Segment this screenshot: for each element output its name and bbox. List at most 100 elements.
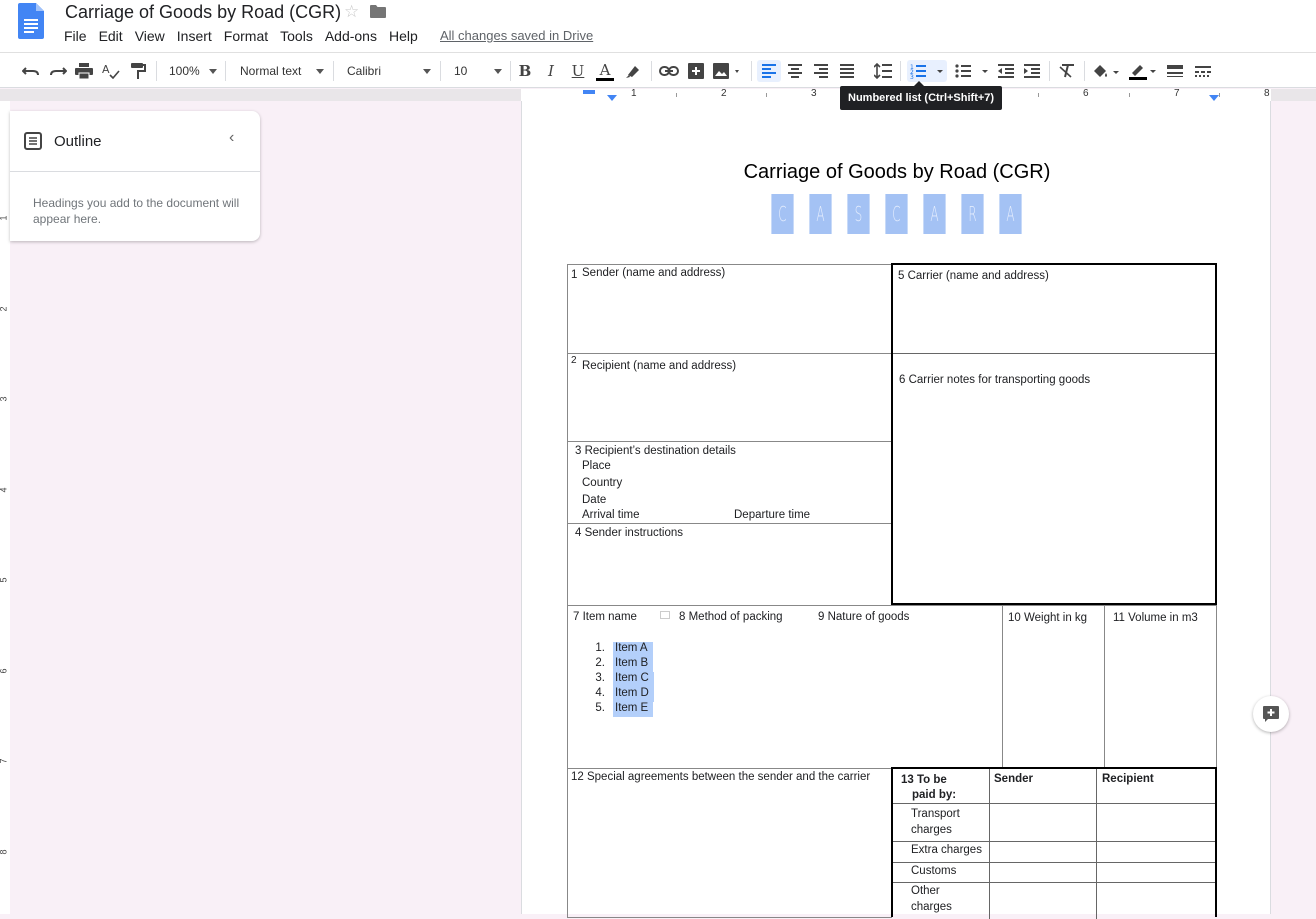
style-select[interactable]: Normal text	[236, 60, 324, 82]
menu-addons[interactable]: Add-ons	[319, 27, 383, 47]
ruler-number: 3	[811, 88, 817, 99]
fill-color-icon[interactable]	[1090, 60, 1122, 82]
chevron-left-icon[interactable]: ‹	[229, 129, 234, 147]
increase-indent-icon[interactable]	[1021, 60, 1043, 82]
special-agreements-box[interactable]: 12 Special agreements between the sender…	[567, 768, 892, 918]
add-comment-button[interactable]	[1253, 696, 1289, 732]
font-value: Calibri	[347, 64, 382, 78]
table-col-line	[1096, 769, 1097, 919]
save-status-link[interactable]: All changes saved in Drive	[440, 28, 593, 43]
instructions-box[interactable]: 4 Sender instructions	[567, 523, 892, 606]
payment-table: 13 To be paid by: Sender Recipient Trans…	[891, 767, 1217, 919]
ruler-number: 6	[1083, 88, 1089, 99]
toolbar-separator	[156, 61, 157, 81]
link-icon[interactable]	[658, 60, 680, 82]
bulleted-list-icon[interactable]	[953, 60, 993, 82]
other-charges-label-2: charges	[911, 901, 952, 913]
extra-charges-label: Extra charges	[911, 844, 982, 856]
italic-button[interactable]: I	[540, 60, 562, 82]
carrier-notes-label[interactable]: 6 Carrier notes for transporting goods	[899, 374, 1090, 386]
border-color-icon[interactable]	[1127, 60, 1159, 82]
outline-icon[interactable]	[24, 132, 42, 155]
nature-header: 9 Nature of goods	[818, 611, 910, 623]
document-heading: Carriage of Goods by Road (CGR)	[743, 161, 1051, 183]
list-item[interactable]: 3. Item C	[588, 672, 654, 687]
star-icon[interactable]: ☆	[344, 2, 359, 22]
print-icon[interactable]	[73, 60, 95, 82]
weight-box[interactable]: 10 Weight in kg	[1002, 605, 1105, 769]
underline-button[interactable]: U	[567, 60, 589, 82]
sender-label: Sender (name and address)	[582, 267, 726, 279]
zoom-select[interactable]: 100%	[165, 60, 217, 82]
bold-button[interactable]: B	[514, 60, 536, 82]
vertical-ruler[interactable]: 1 2 3 4 5 6 7 8	[0, 101, 10, 914]
recipient-box[interactable]: 2 Recipient (name and address)	[567, 353, 892, 442]
numbered-list[interactable]: 1. Item A 2. Item B 3. Item C 4. Item D 5. It…	[588, 642, 654, 717]
departure-label: Departure time	[734, 509, 811, 521]
first-line-indent-marker[interactable]	[583, 90, 595, 94]
menu-insert[interactable]: Insert	[171, 27, 218, 47]
list-item[interactable]: 4. Item D	[588, 687, 654, 702]
menu-view[interactable]: View	[129, 27, 171, 47]
list-text: Item E	[613, 702, 654, 717]
border-width-icon[interactable]	[1164, 60, 1186, 82]
font-select[interactable]: Calibri	[343, 60, 431, 82]
highlight-icon[interactable]	[622, 60, 644, 82]
document-page[interactable]: Carriage of Goods by Road (CGR) C A S C …	[521, 101, 1271, 919]
menu-format[interactable]: Format	[218, 27, 274, 47]
outline-divider	[10, 171, 260, 172]
items-box[interactable]: 7 Item name 8 Method of packing 9 Nature…	[567, 605, 1003, 769]
align-left-icon[interactable]	[757, 60, 781, 82]
toolbar-separator	[333, 61, 334, 81]
column-dropdown-icon[interactable]	[660, 611, 670, 619]
svg-text:A: A	[102, 63, 110, 76]
align-right-icon[interactable]	[810, 60, 832, 82]
ruler-tick	[1219, 93, 1220, 97]
redo-icon[interactable]	[47, 60, 69, 82]
list-item[interactable]: 1. Item A	[588, 642, 654, 657]
ruler-number: 7	[1174, 88, 1180, 99]
list-number: 4.	[595, 687, 605, 699]
list-number: 5.	[595, 702, 605, 714]
special-agreements-label: 12 Special agreements between the sender…	[571, 771, 871, 783]
volume-box[interactable]: 11 Volume in m3	[1104, 605, 1217, 769]
list-item[interactable]: 5. Item E	[588, 702, 654, 717]
menu-help[interactable]: Help	[383, 27, 424, 47]
menu-file[interactable]: File	[58, 27, 93, 47]
align-center-icon[interactable]	[784, 60, 806, 82]
banner-letter: A	[809, 194, 832, 234]
clear-formatting-icon[interactable]	[1056, 60, 1078, 82]
vruler-number: 1	[0, 215, 9, 220]
undo-icon[interactable]	[20, 60, 42, 82]
font-size-select[interactable]: 10	[450, 60, 502, 82]
line-spacing-icon[interactable]	[872, 60, 894, 82]
align-justify-icon[interactable]	[836, 60, 858, 82]
folder-icon[interactable]	[370, 5, 386, 18]
list-item[interactable]: 2. Item B	[588, 657, 654, 672]
destination-box[interactable]: 3 Recipient’s destination details Place …	[567, 441, 892, 524]
recipient-label: Recipient (name and address)	[582, 360, 737, 372]
arrival-label: Arrival time	[582, 509, 640, 521]
insert-comment-icon[interactable]	[685, 60, 707, 82]
vruler-number: 8	[0, 849, 9, 854]
document-title[interactable]: Carriage of Goods by Road (CGR)	[65, 2, 341, 23]
sender-box[interactable]: 1 Sender (name and address)	[567, 264, 892, 354]
insert-image-icon[interactable]	[711, 60, 745, 82]
paint-format-icon[interactable]	[127, 60, 149, 82]
decrease-indent-icon[interactable]	[995, 60, 1017, 82]
vruler-number: 5	[0, 577, 9, 582]
vruler-number: 4	[0, 487, 9, 492]
border-dash-icon[interactable]	[1192, 60, 1214, 82]
docs-logo-icon[interactable]	[18, 3, 44, 39]
ruler-number: 1	[631, 88, 637, 99]
list-number: 3.	[595, 672, 605, 684]
numbered-list-icon[interactable]: 123	[907, 60, 947, 82]
list-text: Item D	[613, 687, 654, 702]
spellcheck-icon[interactable]: A	[100, 60, 122, 82]
text-color-button[interactable]: A	[594, 60, 616, 82]
menu-tools[interactable]: Tools	[274, 27, 319, 47]
carrier-label[interactable]: 5 Carrier (name and address)	[898, 270, 1049, 282]
menu-edit[interactable]: Edit	[93, 27, 129, 47]
toolbar-separator	[225, 61, 226, 81]
vruler-number: 7	[0, 758, 9, 763]
